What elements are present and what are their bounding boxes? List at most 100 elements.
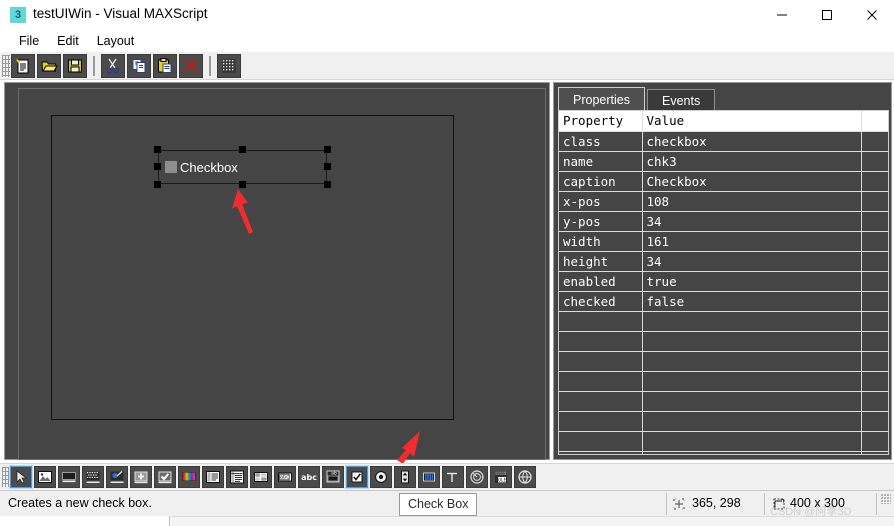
property-value-cell[interactable]: chk3 bbox=[642, 151, 862, 172]
property-value-cell[interactable]: 34 bbox=[642, 251, 862, 272]
tab-events[interactable]: Events bbox=[646, 89, 716, 111]
property-spacer-cell bbox=[861, 231, 888, 252]
tool-colorpicker[interactable] bbox=[106, 466, 128, 488]
property-name-cell bbox=[559, 411, 643, 432]
property-row[interactable]: x-pos 108 bbox=[559, 191, 888, 212]
multilistbox-icon bbox=[230, 470, 244, 484]
property-value-cell[interactable]: Checkbox bbox=[642, 171, 862, 192]
tool-slider[interactable] bbox=[418, 466, 440, 488]
design-area[interactable]: Checkbox bbox=[4, 82, 550, 460]
tool-combobox[interactable] bbox=[250, 466, 272, 488]
property-row[interactable] bbox=[559, 371, 888, 392]
tool-mapbutton[interactable] bbox=[514, 466, 536, 488]
tool-colorswatch[interactable] bbox=[178, 466, 200, 488]
open-button[interactable] bbox=[37, 53, 61, 78]
property-row[interactable]: enabled true bbox=[559, 271, 888, 292]
menu-layout[interactable]: Layout bbox=[88, 32, 144, 50]
column-header-value[interactable]: Value bbox=[642, 111, 862, 132]
property-row[interactable] bbox=[559, 411, 888, 432]
minimize-button[interactable] bbox=[759, 0, 804, 30]
resize-grip[interactable] bbox=[881, 494, 891, 504]
property-row[interactable]: height 34 bbox=[559, 251, 888, 272]
tool-editbox[interactable]: abc bbox=[274, 466, 296, 488]
tool-angle[interactable] bbox=[442, 466, 464, 488]
open-icon bbox=[41, 61, 58, 71]
property-row[interactable]: y-pos 34 bbox=[559, 211, 888, 232]
column-header-property[interactable]: Property bbox=[559, 111, 643, 132]
property-value-cell[interactable]: 34 bbox=[642, 211, 862, 232]
property-value-cell[interactable] bbox=[642, 331, 862, 352]
selection-handle-sw[interactable] bbox=[154, 181, 161, 188]
selection-handle-e[interactable] bbox=[324, 163, 331, 170]
property-row[interactable]: checked false bbox=[559, 291, 888, 312]
tool-groupbox[interactable] bbox=[82, 466, 104, 488]
property-name-cell bbox=[559, 331, 643, 352]
property-name-cell bbox=[559, 351, 643, 372]
property-value-cell[interactable] bbox=[642, 311, 862, 332]
selection-handle-ne[interactable] bbox=[324, 146, 331, 153]
property-name-cell: checked bbox=[559, 291, 643, 312]
property-row[interactable]: caption Checkbox bbox=[559, 171, 888, 192]
property-row[interactable] bbox=[559, 391, 888, 412]
tool-radiobutton[interactable] bbox=[370, 466, 392, 488]
menu-file[interactable]: File bbox=[10, 32, 48, 50]
tool-pointer-select[interactable] bbox=[9, 465, 33, 489]
bottom-strip bbox=[0, 516, 894, 526]
boldtext-icon: abc bbox=[301, 473, 317, 482]
property-value-cell[interactable] bbox=[642, 351, 862, 372]
control-toolbar-grip[interactable] bbox=[2, 467, 10, 487]
property-value-cell[interactable]: 108 bbox=[642, 191, 862, 212]
tool-dial[interactable] bbox=[466, 466, 488, 488]
property-grid[interactable]: Property Value class checkbox name chk3 capt… bbox=[558, 110, 889, 455]
property-row[interactable] bbox=[559, 451, 888, 454]
title-bar: 3 testUIWin - Visual MAXScript bbox=[0, 0, 894, 30]
tool-checkbutton[interactable] bbox=[154, 466, 176, 488]
property-row[interactable]: class checkbox bbox=[559, 131, 888, 152]
tool-dropdownlist[interactable]: ab bbox=[322, 466, 344, 488]
selection-handle-n[interactable] bbox=[239, 146, 246, 153]
property-value-cell[interactable] bbox=[642, 391, 862, 412]
bitmap-icon bbox=[38, 471, 52, 483]
property-row[interactable]: name chk3 bbox=[559, 151, 888, 172]
paste-button[interactable] bbox=[153, 53, 177, 78]
selection-handle-se[interactable] bbox=[324, 181, 331, 188]
selection-handle-w[interactable] bbox=[154, 163, 161, 170]
cut-button[interactable] bbox=[101, 53, 125, 78]
close-button[interactable] bbox=[849, 0, 894, 30]
property-value-cell[interactable]: false bbox=[642, 291, 862, 312]
selection-handle-nw[interactable] bbox=[154, 146, 161, 153]
property-row[interactable] bbox=[559, 431, 888, 452]
delete-button[interactable] bbox=[179, 53, 203, 78]
selection-handle-s[interactable] bbox=[239, 181, 246, 188]
tool-activex[interactable]: OLE bbox=[490, 466, 512, 488]
new-button[interactable] bbox=[11, 53, 35, 78]
tool-spinner[interactable] bbox=[394, 466, 416, 488]
maximize-button[interactable] bbox=[804, 0, 849, 30]
copy-button[interactable] bbox=[127, 53, 151, 78]
property-value-cell[interactable] bbox=[642, 411, 862, 432]
save-button[interactable] bbox=[63, 53, 87, 78]
grid-button[interactable] bbox=[217, 53, 241, 78]
tool-bitmap[interactable] bbox=[34, 466, 56, 488]
form-canvas[interactable]: Checkbox bbox=[51, 115, 454, 420]
property-value-cell[interactable] bbox=[642, 451, 862, 454]
tool-listbox[interactable] bbox=[202, 466, 224, 488]
property-value-cell[interactable] bbox=[642, 431, 862, 452]
tool-boldtext[interactable]: abc bbox=[298, 466, 320, 488]
property-value-cell[interactable] bbox=[642, 371, 862, 392]
property-row[interactable]: width 161 bbox=[559, 231, 888, 252]
tool-multilistbox[interactable] bbox=[226, 466, 248, 488]
tab-properties[interactable]: Properties bbox=[558, 87, 645, 111]
property-row[interactable] bbox=[559, 351, 888, 372]
property-value-cell[interactable]: true bbox=[642, 271, 862, 292]
canvas-checkbox-control[interactable]: Checkbox bbox=[158, 150, 327, 184]
tool-checkbox[interactable] bbox=[345, 465, 369, 489]
tool-button[interactable] bbox=[130, 466, 152, 488]
property-row[interactable] bbox=[559, 311, 888, 332]
toolbar-grip[interactable] bbox=[2, 54, 10, 77]
tool-label[interactable] bbox=[58, 466, 80, 488]
property-row[interactable] bbox=[559, 331, 888, 352]
menu-edit[interactable]: Edit bbox=[48, 32, 88, 50]
property-value-cell[interactable]: 161 bbox=[642, 231, 862, 252]
property-value-cell[interactable]: checkbox bbox=[642, 131, 862, 152]
